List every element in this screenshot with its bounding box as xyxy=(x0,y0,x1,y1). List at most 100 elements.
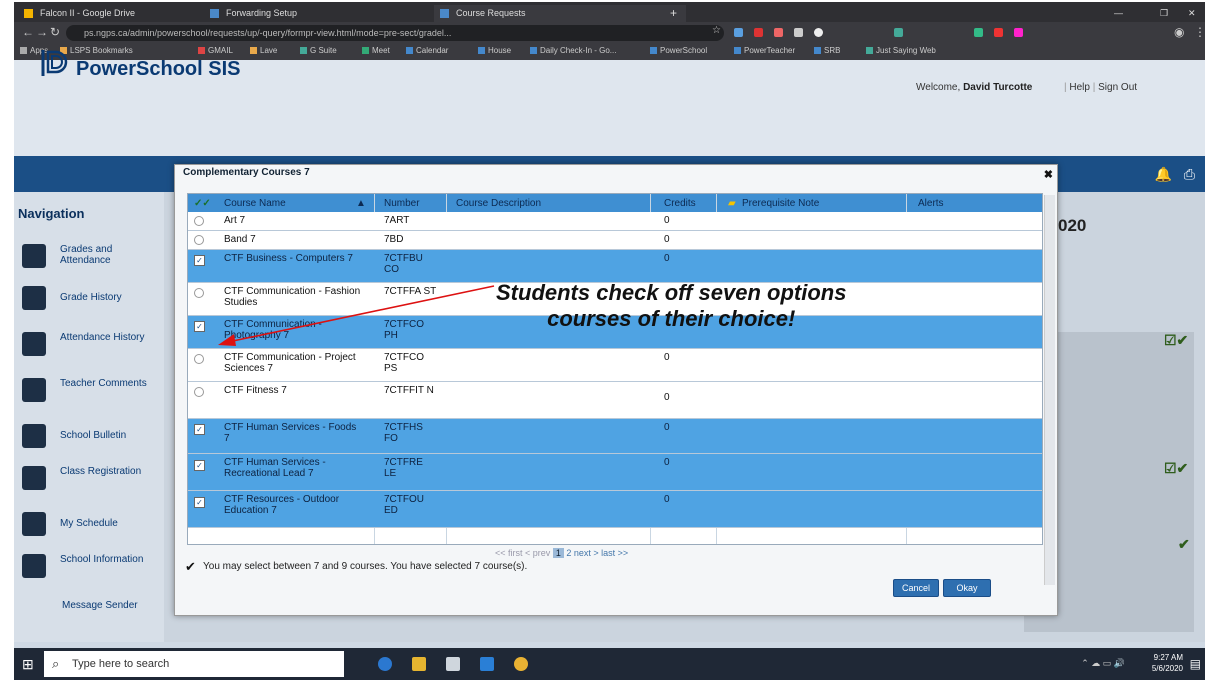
extension-icon[interactable] xyxy=(894,28,903,37)
next-page-link[interactable]: next > xyxy=(574,548,599,558)
page-1-link[interactable]: 1 xyxy=(552,548,564,558)
sort-asc-icon[interactable]: ▲ xyxy=(356,198,366,209)
tab-label: Course Requests xyxy=(456,8,526,18)
bookmark-folder[interactable]: LSPS Bookmarks xyxy=(60,46,133,55)
browser-tab-drive[interactable]: Falcon II - Google Drive xyxy=(18,5,200,22)
radio-unchecked-icon[interactable] xyxy=(194,216,204,226)
select-all-icon[interactable]: ✓✓ xyxy=(194,198,211,209)
extension-icon[interactable] xyxy=(734,28,743,37)
table-row[interactable]: Band 7 7BD 0 xyxy=(188,231,1042,250)
system-tray[interactable]: ⌃ ☁ ▭ 🔊 xyxy=(1081,658,1125,669)
reload-icon[interactable]: ↻ xyxy=(50,25,60,39)
profile-avatar[interactable]: ◉ xyxy=(1174,25,1184,39)
browser-tab-course-requests[interactable]: Course Requests xyxy=(434,5,686,22)
column-prerequisite-note[interactable]: Prerequisite Note xyxy=(742,198,819,209)
nav-item-grade-history[interactable]: Grade History xyxy=(22,284,162,316)
bookmark-just-saying[interactable]: Just Saying Web xyxy=(866,46,936,55)
checkbox-checked-icon[interactable]: ✓ xyxy=(194,424,205,435)
minimize-icon[interactable]: — xyxy=(1114,5,1123,22)
star-icon[interactable]: ☆ xyxy=(712,25,721,36)
notification-center-icon[interactable]: ▤ xyxy=(1190,657,1201,671)
extension-icon[interactable] xyxy=(994,28,1003,37)
taskbar-search-box[interactable]: ⌕ Type here to search xyxy=(44,651,344,677)
drive-icon xyxy=(24,9,33,18)
bookmark-powerteacher[interactable]: PowerTeacher xyxy=(734,46,795,55)
edge-icon[interactable] xyxy=(378,657,392,671)
page-2-link[interactable]: 2 xyxy=(566,548,571,558)
extension-icon[interactable] xyxy=(814,28,823,37)
powerschool-icon xyxy=(210,9,219,18)
nav-item-school-information[interactable]: School Information xyxy=(22,552,162,584)
meet-icon xyxy=(362,47,369,54)
bookmark-srb[interactable]: SRB xyxy=(814,46,840,55)
windows-start-icon[interactable]: ⊞ xyxy=(22,656,34,673)
restore-icon[interactable]: ❐ xyxy=(1160,5,1168,22)
extension-icon[interactable] xyxy=(754,28,763,37)
extension-icon[interactable] xyxy=(794,28,803,37)
table-row[interactable]: Art 7 7ART 0 xyxy=(188,212,1042,231)
new-tab-button[interactable]: + xyxy=(670,5,684,22)
dialog-scrollbar[interactable] xyxy=(1044,195,1055,585)
credits-cell: 0 xyxy=(664,494,670,505)
bookmark-gmail[interactable]: GMAIL xyxy=(198,46,233,55)
table-row-selected[interactable]: ✓ CTF Human Services - Foods 7 7CTFHS FO… xyxy=(188,419,1042,454)
first-page-link[interactable]: << first xyxy=(495,548,523,558)
print-icon[interactable]: ⎙ xyxy=(1184,166,1195,182)
table-row[interactable]: CTF Fitness 7 7CTFFIT N 0 xyxy=(188,382,1042,419)
close-window-icon[interactable]: ✕ xyxy=(1188,5,1196,22)
taskbar-clock[interactable]: 9:27 AM 5/6/2020 xyxy=(1152,652,1183,674)
app-title[interactable]: PowerSchool SIS xyxy=(76,58,240,81)
bookmark-house[interactable]: House xyxy=(478,46,511,55)
bookmark-calendar[interactable]: Calendar xyxy=(406,46,448,55)
column-number[interactable]: Number xyxy=(384,198,420,209)
checkbox-checked-icon[interactable]: ✓ xyxy=(194,255,205,266)
nav-item-school-bulletin[interactable]: School Bulletin xyxy=(22,422,162,454)
nav-item-my-schedule[interactable]: My Schedule xyxy=(22,510,162,542)
course-number-cell: 7BD xyxy=(384,234,404,245)
radio-unchecked-icon[interactable] xyxy=(194,235,204,245)
bookmark-meet[interactable]: Meet xyxy=(362,46,390,55)
chrome-icon[interactable] xyxy=(514,657,528,671)
nav-item-grades-attendance[interactable]: Grades and Attendance xyxy=(22,242,162,274)
notification-icon[interactable]: 🔔 xyxy=(1154,166,1171,182)
column-course-name[interactable]: Course Name xyxy=(224,198,286,209)
extension-icon[interactable] xyxy=(774,28,783,37)
column-credits[interactable]: Credits xyxy=(664,198,696,209)
bookmark-daily-checkin[interactable]: Daily Check-In - Go... xyxy=(530,46,616,55)
table-row-selected[interactable]: ✓ CTF Human Services - Recreational Lead… xyxy=(188,454,1042,491)
forward-icon[interactable]: → xyxy=(36,25,48,39)
house-icon xyxy=(478,47,485,54)
credits-cell: 0 xyxy=(664,234,670,245)
bookmark-powerschool[interactable]: PowerSchool xyxy=(650,46,707,55)
last-page-link[interactable]: last >> xyxy=(601,548,628,558)
extension-icon[interactable] xyxy=(1014,28,1023,37)
extension-icon[interactable] xyxy=(974,28,983,37)
column-course-description[interactable]: Course Description xyxy=(456,198,541,209)
checkbox-checked-icon[interactable]: ✓ xyxy=(194,497,205,508)
bookmark-lave[interactable]: Lave xyxy=(250,46,277,55)
checkbox-checked-icon[interactable]: ✓ xyxy=(194,460,205,471)
bookmark-gsuite[interactable]: G Suite xyxy=(300,46,337,55)
file-explorer-icon[interactable] xyxy=(412,657,426,671)
column-alerts[interactable]: Alerts xyxy=(918,198,944,209)
nav-item-teacher-comments[interactable]: Teacher Comments xyxy=(22,376,162,408)
powerschool-logo-icon xyxy=(41,50,68,76)
table-row-selected[interactable]: ✓ CTF Resources - Outdoor Education 7 7C… xyxy=(188,491,1042,528)
help-link[interactable]: Help xyxy=(1069,82,1090,93)
address-bar[interactable]: ps.ngps.ca/admin/powerschool/requests/up… xyxy=(66,25,724,41)
close-icon[interactable]: ✖ xyxy=(1044,168,1053,181)
menu-icon[interactable]: ⋮ xyxy=(1194,25,1205,39)
back-icon[interactable]: ← xyxy=(22,25,34,39)
browser-tab-forwarding[interactable]: Forwarding Setup xyxy=(204,5,406,22)
sign-out-link[interactable]: Sign Out xyxy=(1098,82,1137,93)
cancel-button[interactable]: Cancel xyxy=(893,579,939,597)
nav-item-message-sender[interactable]: Message Sender xyxy=(22,598,162,630)
nav-item-class-registration[interactable]: Class Registration xyxy=(22,464,162,496)
radio-unchecked-icon[interactable] xyxy=(194,387,204,397)
prev-page-link[interactable]: < prev xyxy=(525,548,550,558)
okay-button[interactable]: Okay xyxy=(943,579,991,597)
course-name-cell: Art 7 xyxy=(224,215,246,226)
store-icon[interactable] xyxy=(446,657,460,671)
nav-item-attendance-history[interactable]: Attendance History xyxy=(22,330,162,362)
app-icon[interactable] xyxy=(480,657,494,671)
